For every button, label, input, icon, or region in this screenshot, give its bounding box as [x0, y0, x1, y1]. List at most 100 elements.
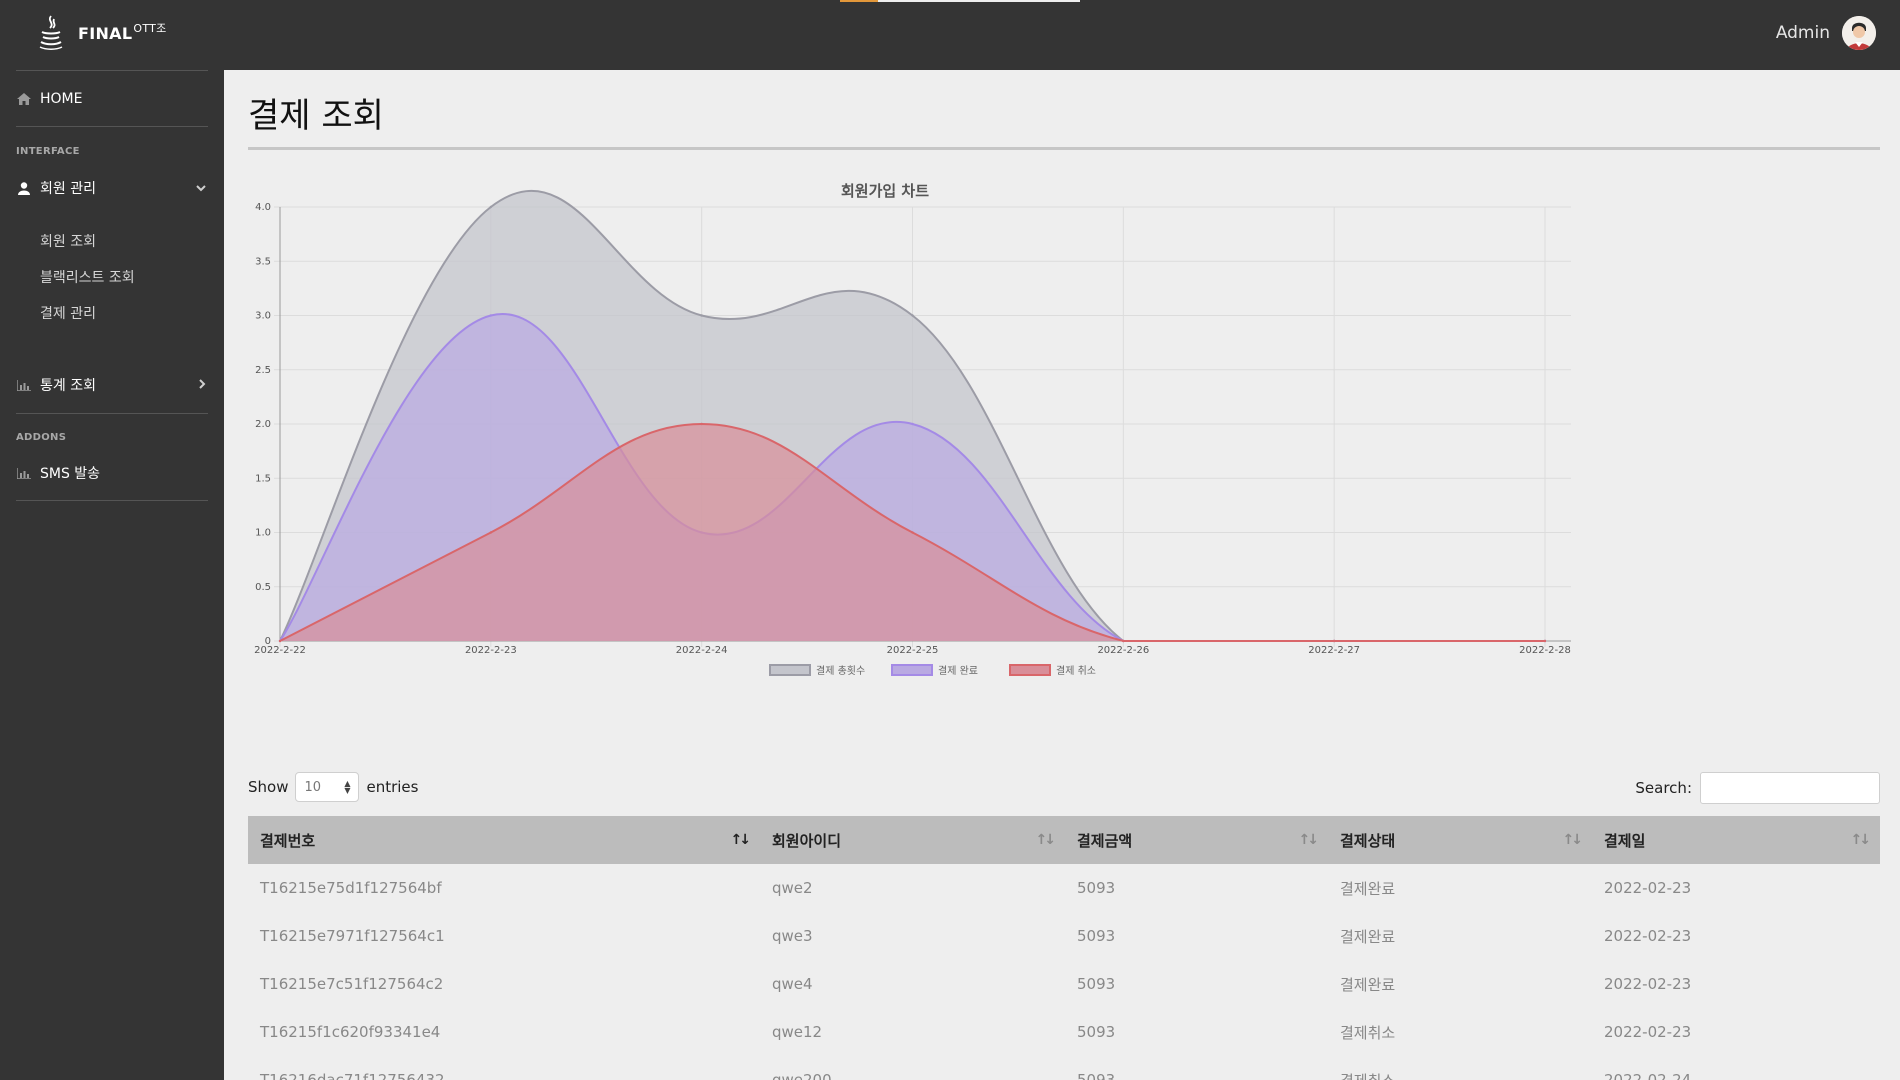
y-tick-label: 2.5: [255, 365, 271, 376]
divider: [16, 126, 208, 127]
sidebar-item-member-management[interactable]: 회원 관리: [16, 178, 208, 198]
sidebar-item-label: 회원 관리: [40, 181, 96, 197]
y-tick-label: 0.5: [255, 582, 271, 593]
column-header-member-id[interactable]: 회원아이디 ↑↓: [760, 816, 1065, 864]
table-cell: 결제취소: [1340, 1023, 1396, 1042]
table-cell: 2022-02-23: [1604, 975, 1692, 993]
table-cell: 5093: [1077, 879, 1116, 897]
x-tick-label: 2022-2-22: [254, 645, 306, 656]
sidebar-item-home[interactable]: HOME: [16, 91, 82, 107]
legend-label: 결제 취소: [1056, 665, 1096, 677]
sort-icon: ↑↓: [1298, 832, 1320, 848]
data-point: [700, 314, 703, 317]
y-tick-label: 1.5: [255, 473, 271, 484]
sidebar-item-label: 통계 조회: [40, 378, 96, 394]
x-tick-label: 2022-2-26: [1097, 645, 1149, 656]
table-body: T16215e75d1f127564bf qwe2 5093 결제완료 2022-02-…: [248, 864, 1880, 1080]
java-logo-icon: [39, 15, 63, 50]
table-cell: 결제취소: [1328, 1070, 1592, 1080]
sort-icon: ↑↓: [1562, 832, 1584, 848]
table-cell: 2022-02-23: [1604, 927, 1692, 945]
sidebar: HOME INTERFACE 회원 관리 회원 조회 블랙리스트 조회 결제 관…: [0, 70, 224, 1080]
table-cell: 5093: [1077, 927, 1116, 945]
chart-title: 회원가입 차트: [841, 182, 929, 200]
page-length-value: 10: [304, 779, 322, 795]
data-point: [911, 314, 914, 317]
table-cell: T16215f1c620f93341e4: [260, 1023, 441, 1041]
table-cell: T16215e7c51f127564c2: [260, 975, 444, 993]
bar-chart-icon: [16, 379, 32, 391]
column-header-date[interactable]: 결제일 ↑↓: [1592, 816, 1880, 864]
x-tick-label: 2022-2-23: [465, 645, 517, 656]
table-cell: 5093: [1077, 1023, 1116, 1041]
x-tick-label: 2022-2-27: [1308, 645, 1360, 656]
legend-label: 결제 완료: [938, 665, 978, 677]
loading-progress-bar: [840, 0, 1080, 2]
show-label: Show: [248, 778, 289, 796]
data-point: [489, 314, 493, 317]
column-header-status[interactable]: 결제상태 ↑↓: [1328, 816, 1592, 864]
column-header-label: 회원아이디: [772, 831, 842, 850]
brand-name: FINAL: [78, 23, 133, 43]
sort-icon: ↑↓: [1850, 832, 1872, 848]
sidebar-item-statistics[interactable]: 통계 조회: [16, 375, 208, 395]
divider: [248, 147, 1880, 150]
page-title: 결제 조회: [248, 96, 384, 136]
x-tick-label: 2022-2-25: [887, 645, 939, 656]
table-cell: qwe200: [772, 1071, 832, 1080]
loading-progress-fill: [840, 0, 879, 2]
page-length-select[interactable]: 10 ▲ ▼: [295, 772, 360, 802]
data-point: [278, 639, 282, 643]
sort-icon: ↑↓: [1035, 832, 1057, 848]
table-row[interactable]: T16216dac71f12756432 qwe200 5093 결제취소 2022-0…: [248, 1056, 1880, 1080]
table-header: 결제번호 ↑↓ 회원아이디 ↑↓ 결제금액 ↑↓ 결제상태 ↑↓ 결제일 ↑↓: [248, 816, 1880, 864]
sidebar-subitem-payment[interactable]: 결제 관리: [40, 303, 96, 323]
table-cell: 결제완료: [1340, 975, 1396, 994]
user-menu[interactable]: Admin: [1776, 16, 1876, 50]
brand-superscript: OTT조: [133, 21, 167, 35]
divider: [16, 413, 208, 414]
data-point: [1122, 639, 1125, 643]
user-name: Admin: [1775, 23, 1830, 43]
page-length-control: Show 10 ▲ ▼ entries: [248, 772, 418, 802]
user-icon: [16, 181, 32, 195]
column-header-label: 결제일: [1604, 831, 1646, 850]
table-row[interactable]: T16215e7971f127564c1 qwe3 5093 결제완료 2022-02-…: [248, 912, 1880, 960]
bar-chart-icon: [16, 467, 32, 479]
chevron-down-icon: [196, 181, 206, 195]
table-row[interactable]: T16215e7c51f127564c2 qwe4 5093 결제완료 2022-02-…: [248, 960, 1880, 1008]
table-row[interactable]: T16215f1c620f93341e4 qwe12 5093 결제취소 2022-02…: [248, 1008, 1880, 1056]
legend-label: 결제 총횟수: [816, 665, 865, 677]
sidebar-subitem-member-list[interactable]: 회원 조회: [40, 231, 96, 251]
data-point: [489, 205, 493, 209]
sort-icon: ↑↓: [730, 832, 752, 848]
table-cell: qwe3: [772, 927, 813, 945]
data-point: [911, 531, 914, 534]
search-input[interactable]: [1700, 772, 1880, 804]
chart-svg: 회원가입 차트00.51.01.52.02.53.03.54.02022-2-2…: [254, 182, 1571, 677]
x-tick-label: 2022-2-28: [1519, 645, 1571, 656]
table-cell: 5093: [1077, 975, 1116, 993]
column-header-payment-id[interactable]: 결제번호 ↑↓: [248, 816, 760, 864]
y-tick-label: 1.0: [255, 528, 271, 539]
sidebar-item-label: HOME: [40, 91, 83, 107]
data-point: [700, 422, 703, 426]
legend-swatch: [769, 664, 811, 676]
column-header-label: 결제금액: [1077, 831, 1133, 850]
table-row[interactable]: T16215e75d1f127564bf qwe2 5093 결제완료 2022-02-…: [248, 864, 1880, 912]
table-cell: 2022-02-23: [1604, 879, 1692, 897]
table-cell: qwe12: [772, 1023, 823, 1041]
table-cell: 2022-02-24: [1604, 1071, 1692, 1080]
sidebar-heading-interface: INTERFACE: [16, 146, 80, 157]
home-icon: [16, 93, 32, 105]
data-point: [489, 531, 493, 534]
table-cell: 5093: [1077, 1071, 1116, 1080]
table-cell: 결제완료: [1340, 879, 1396, 898]
brand[interactable]: FINALOTT조: [36, 14, 167, 52]
sidebar-subitem-blacklist[interactable]: 블랙리스트 조회: [40, 267, 135, 287]
sidebar-item-sms[interactable]: SMS 발송: [16, 463, 100, 483]
column-header-amount[interactable]: 결제금액 ↑↓: [1065, 816, 1328, 864]
payments-table: 결제번호 ↑↓ 회원아이디 ↑↓ 결제금액 ↑↓ 결제상태 ↑↓ 결제일 ↑↓ T1621…: [248, 816, 1880, 1080]
top-navbar: FINALOTT조 Admin: [0, 0, 1900, 70]
search-label: Search:: [1635, 779, 1692, 797]
